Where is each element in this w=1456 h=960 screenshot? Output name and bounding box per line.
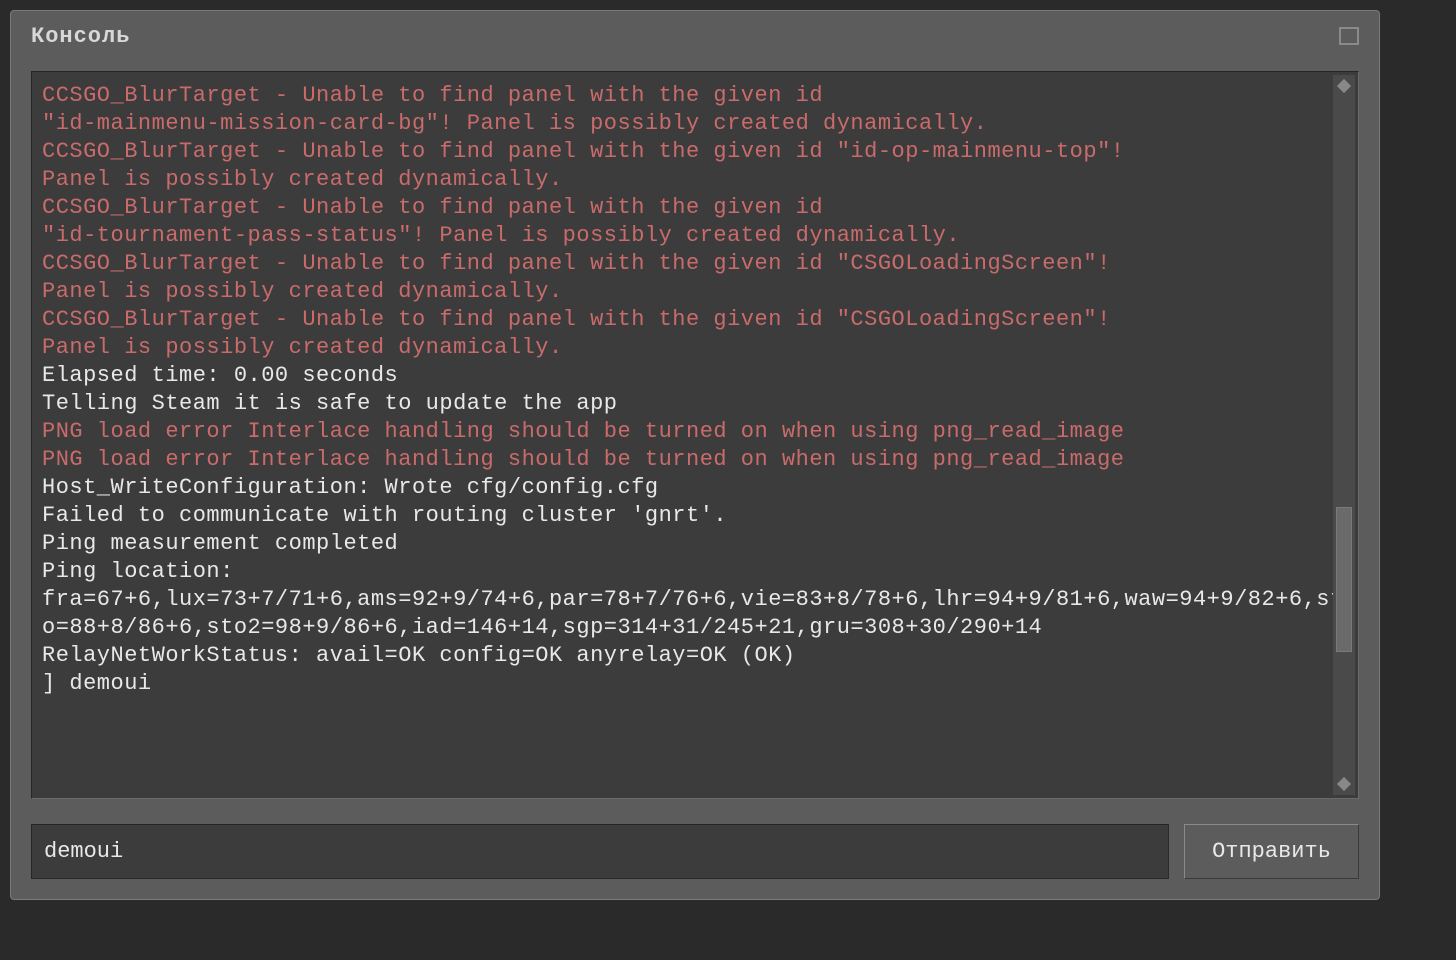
submit-button[interactable]: Отправить	[1184, 824, 1359, 879]
input-row: Отправить	[31, 824, 1359, 879]
console-line: Failed to communicate with routing clust…	[42, 502, 1348, 530]
window-title: Консоль	[31, 24, 130, 49]
console-line: Panel is possibly created dynamically.	[42, 278, 1348, 306]
console-line: "id-tournament-pass-status"! Panel is po…	[42, 222, 1348, 250]
console-line: CCSGO_BlurTarget - Unable to find panel …	[42, 138, 1348, 166]
console-line: Ping measurement completed	[42, 530, 1348, 558]
console-line: RelayNetWorkStatus: avail=OK config=OK a…	[42, 642, 1348, 670]
command-input[interactable]	[31, 824, 1169, 879]
console-body: CCSGO_BlurTarget - Unable to find panel …	[31, 71, 1359, 879]
console-line: Host_WriteConfiguration: Wrote cfg/confi…	[42, 474, 1348, 502]
output-area[interactable]: CCSGO_BlurTarget - Unable to find panel …	[31, 71, 1359, 799]
console-line: Elapsed time: 0.00 seconds	[42, 362, 1348, 390]
console-line: "id-mainmenu-mission-card-bg"! Panel is …	[42, 110, 1348, 138]
console-window: Консоль CCSGO_BlurTarget - Unable to fin…	[10, 10, 1380, 900]
console-line: Telling Steam it is safe to update the a…	[42, 390, 1348, 418]
console-line: PNG load error Interlace handling should…	[42, 446, 1348, 474]
console-line: Panel is possibly created dynamically.	[42, 166, 1348, 194]
console-line: CCSGO_BlurTarget - Unable to find panel …	[42, 306, 1348, 334]
console-line: PNG load error Interlace handling should…	[42, 418, 1348, 446]
scroll-thumb[interactable]	[1336, 507, 1352, 652]
console-line: CCSGO_BlurTarget - Unable to find panel …	[42, 82, 1348, 110]
scrollbar[interactable]	[1333, 75, 1355, 795]
console-line: fra=67+6,lux=73+7/71+6,ams=92+9/74+6,par…	[42, 586, 1348, 642]
console-line: CCSGO_BlurTarget - Unable to find panel …	[42, 250, 1348, 278]
maximize-icon[interactable]	[1339, 27, 1359, 45]
output-content: CCSGO_BlurTarget - Unable to find panel …	[42, 82, 1348, 698]
scroll-down-icon[interactable]	[1333, 773, 1355, 795]
scroll-up-icon[interactable]	[1333, 75, 1355, 97]
titlebar[interactable]: Консоль	[11, 11, 1379, 61]
console-line: Ping location:	[42, 558, 1348, 586]
console-line: CCSGO_BlurTarget - Unable to find panel …	[42, 194, 1348, 222]
console-line: Panel is possibly created dynamically.	[42, 334, 1348, 362]
console-line: ] demoui	[42, 670, 1348, 698]
